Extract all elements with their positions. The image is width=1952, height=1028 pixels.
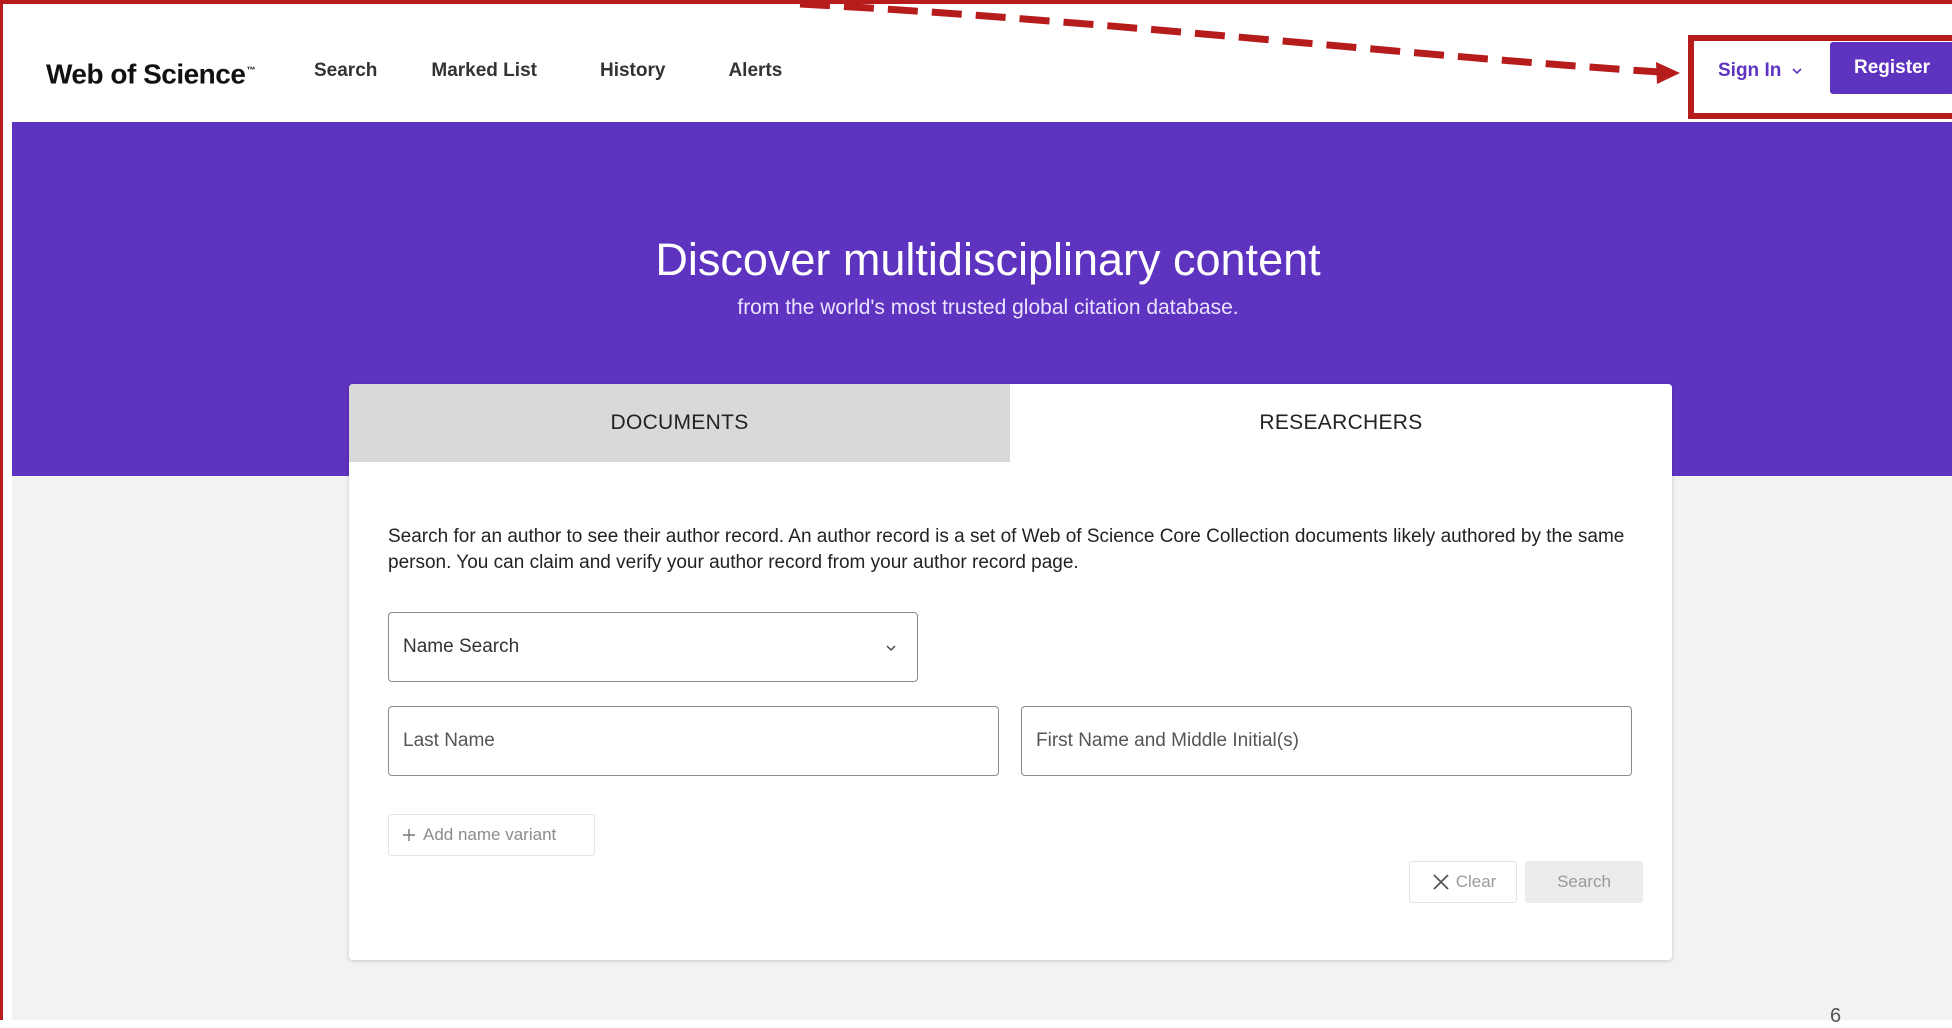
hero-subtitle: from the world's most trusted global cit… [737, 296, 1239, 319]
clear-button[interactable]: Clear [1409, 861, 1517, 903]
tab-documents[interactable]: DOCUMENTS [349, 384, 1010, 462]
search-type-value: Name Search [403, 636, 520, 657]
first-name-input[interactable] [1021, 706, 1632, 776]
researcher-description: Search for an author to see their author… [388, 526, 1625, 573]
last-name-input[interactable] [388, 706, 999, 776]
add-name-variant-button[interactable]: Add name variant [388, 814, 595, 856]
close-icon [1433, 874, 1449, 890]
chevron-down-icon [886, 645, 896, 651]
arrow-icon [1656, 62, 1680, 84]
search-card: DOCUMENTS RESEARCHERS Search for an auth… [349, 384, 1672, 960]
hero-title: Discover multidisciplinary content [655, 234, 1321, 285]
page: Web of Science™ Search Marked List Histo… [12, 14, 1952, 1020]
annotation-highlight-box [1688, 35, 1952, 119]
tab-researchers[interactable]: RESEARCHERS [1010, 384, 1672, 462]
plus-icon [403, 829, 415, 841]
annotation-arrow [799, 0, 1680, 84]
search-button[interactable]: Search [1525, 861, 1643, 903]
clear-label: Clear [1455, 872, 1497, 891]
page-number: 6 [1830, 1005, 1842, 1027]
add-variant-label: Add name variant [423, 825, 557, 844]
search-type-select[interactable]: Name Search [388, 612, 918, 682]
